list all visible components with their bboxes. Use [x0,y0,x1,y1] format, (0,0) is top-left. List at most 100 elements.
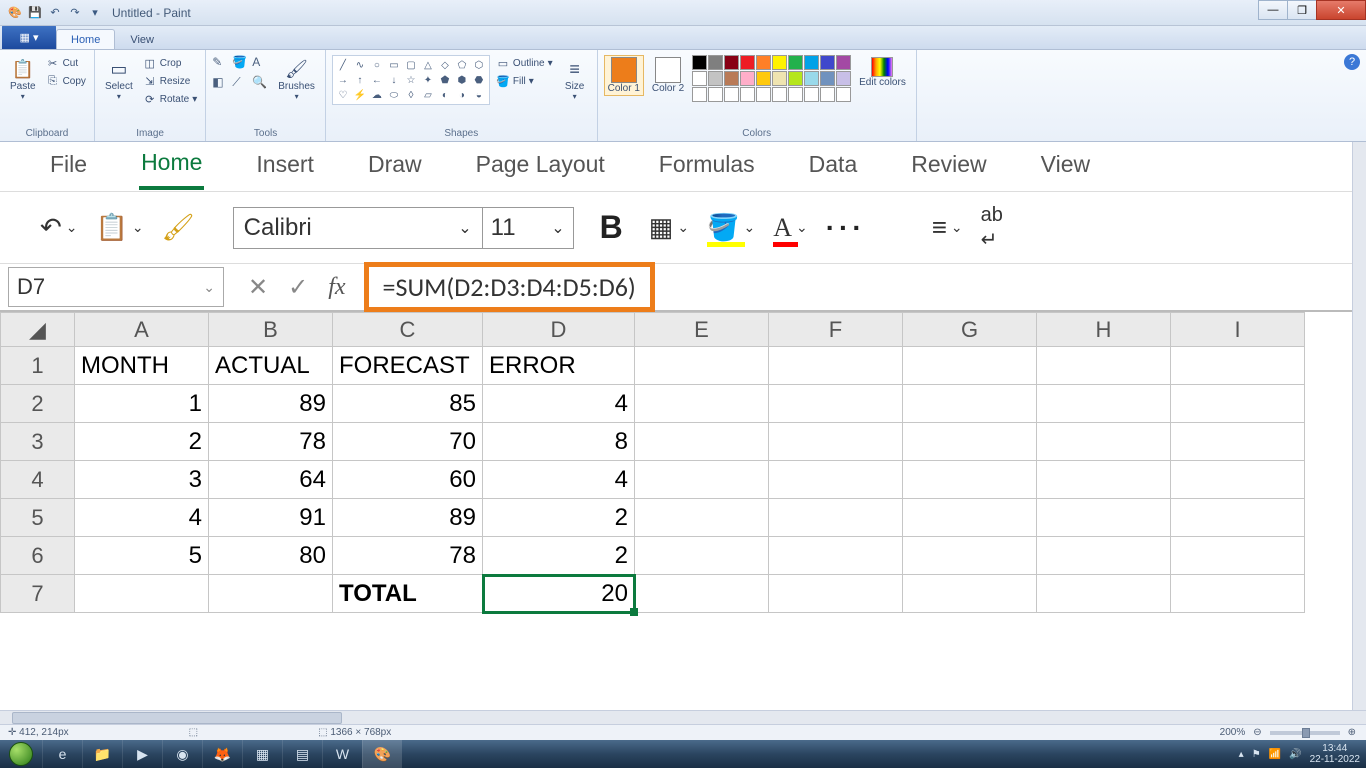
paint-statusbar: ✛ 412, 214px ⬚ ⬚ 1366 × 768px 200% ⊖ ⊕ [0,724,1366,740]
picker-tool-icon[interactable]: ⟋ [232,75,250,93]
zoom-out-button[interactable]: ⊖ [1253,727,1261,738]
bucket-tool-icon[interactable]: 🪣 [232,55,250,73]
borders-button[interactable]: ▦ ⌄ [649,212,689,243]
eraser-tool-icon[interactable]: ◧ [212,75,230,93]
col-header-I[interactable]: I [1171,313,1305,347]
tray-flag-icon[interactable]: ⚑ [1252,749,1261,760]
zoom-slider[interactable] [1270,731,1340,735]
ribbon-group-colors: Color 1 Color 2 Edit colors Colors [598,50,917,141]
outline-button[interactable]: ▭Outline ▾ [494,55,555,71]
col-header-D[interactable]: D [483,313,635,347]
redo-icon[interactable]: ↷ [66,4,84,22]
taskbar-mediaplayer-icon[interactable]: ▶ [122,740,162,768]
taskbar-app2-icon[interactable]: ▤ [282,740,322,768]
zoom-in-button[interactable]: ⊕ [1348,727,1356,738]
paint-ribbon: ? 📋 Paste ▾ ✂Cut ⎘Copy Clipboard ▭ Selec… [0,50,1366,142]
rotate-button[interactable]: ⟳Rotate ▾ [141,91,200,107]
taskbar-ie-icon[interactable]: e [42,740,82,768]
color1-button[interactable]: Color 1 [604,55,644,96]
excel-tab-pagelayout[interactable]: Page Layout [474,145,607,188]
tray-network-icon[interactable]: 📶 [1269,749,1281,760]
vertical-scrollbar[interactable] [1352,142,1366,710]
col-header-H[interactable]: H [1037,313,1171,347]
excel-tab-formulas[interactable]: Formulas [657,145,757,188]
paint-tab-view[interactable]: View [115,29,169,49]
size-button[interactable]: ≡ Size ▾ [559,55,591,103]
cut-button[interactable]: ✂Cut [44,55,88,71]
restore-button[interactable]: ❐ [1287,0,1317,20]
selection-size: ⬚ [189,727,198,738]
shapes-gallery[interactable]: ╱∿○▭▢△◇⬠⬡ →↑←↓☆✦⬟⬢⬣ ♡⚡☁⬭◊▱◐◑◒ [332,55,490,105]
paint-tab-home[interactable]: Home [56,29,115,49]
system-tray: ▴ ⚑ 📶 🔊 13:44 22-11-2022 [1239,743,1360,765]
tray-clock[interactable]: 13:44 22-11-2022 [1310,743,1360,765]
undo-icon[interactable]: ↶ [46,4,64,22]
col-header-E[interactable]: E [635,313,769,347]
excel-tab-draw[interactable]: Draw [366,145,424,188]
spreadsheet-grid[interactable]: ◢ A B C D E F G H I 1 MONTH ACTUAL FOREC… [0,312,1352,613]
save-icon[interactable]: 💾 [26,4,44,22]
clipboard-button[interactable]: 📋 ⌄ [96,212,144,243]
wrap-text-button[interactable]: ab↵ [981,204,1003,252]
font-color-button[interactable]: A ⌄ [773,213,808,243]
enter-formula-icon[interactable]: ✓ [288,273,308,302]
taskbar-firefox-icon[interactable]: 🦊 [202,740,242,768]
fx-icon[interactable]: fx [328,274,345,301]
help-icon[interactable]: ? [1344,54,1360,70]
horizontal-scrollbar[interactable] [0,710,1366,724]
brushes-button[interactable]: 🖌 Brushes ▾ [274,55,319,103]
minimize-button[interactable]: — [1258,0,1288,20]
canvas-size: ⬚ 1366 × 768px [318,727,391,738]
name-box[interactable]: D7⌄ [8,267,224,307]
paste-button[interactable]: 📋 Paste ▾ [6,55,40,103]
taskbar-paint-icon[interactable]: 🎨 [362,740,402,768]
paint-ribbon-tabs: ▦ ▾ Home View [0,26,1366,50]
formula-input[interactable]: =SUM(D2:D3:D4:D5:D6) [364,262,655,312]
col-header-A[interactable]: A [75,313,209,347]
excel-tab-data[interactable]: Data [807,145,860,188]
col-header-G[interactable]: G [903,313,1037,347]
fill-button[interactable]: 🪣Fill ▾ [494,73,555,89]
color-palette[interactable] [692,55,851,102]
copy-button[interactable]: ⎘Copy [44,73,88,89]
selected-cell-D7[interactable]: 20 [483,575,635,613]
excel-tab-view[interactable]: View [1039,145,1092,188]
pencil-tool-icon[interactable]: ✎ [212,55,230,73]
font-size-select[interactable]: 11⌄ [482,207,574,249]
taskbar-app1-icon[interactable]: ▦ [242,740,282,768]
tray-volume-icon[interactable]: 🔊 [1289,749,1301,760]
more-options-button[interactable]: ··· [826,212,866,244]
col-header-C[interactable]: C [333,313,483,347]
select-button[interactable]: ▭ Select ▾ [101,55,137,103]
text-tool-icon[interactable]: A [252,55,270,73]
excel-tab-file[interactable]: File [48,145,89,188]
taskbar-explorer-icon[interactable]: 📁 [82,740,122,768]
qat-dropdown-icon[interactable]: ▾ [86,4,104,22]
start-button[interactable] [0,740,42,768]
align-button[interactable]: ≡ ⌄ [932,212,963,243]
select-all-corner[interactable]: ◢ [1,313,75,347]
undo-button[interactable]: ↶ ⌄ [40,212,78,243]
bold-button[interactable]: B [592,209,631,246]
excel-tab-home[interactable]: Home [139,143,204,190]
resize-button[interactable]: ⇲Resize [141,73,200,89]
format-painter-button[interactable]: 🖌 [162,212,195,243]
crop-button[interactable]: ◫Crop [141,55,200,71]
excel-tab-insert[interactable]: Insert [254,145,316,188]
col-header-F[interactable]: F [769,313,903,347]
close-button[interactable]: ✕ [1316,0,1366,20]
excel-tab-review[interactable]: Review [909,145,988,188]
font-name-select[interactable]: Calibri⌄ [233,207,483,249]
edit-colors-button[interactable]: Edit colors [855,55,910,90]
fill-handle-icon[interactable] [630,608,638,616]
taskbar-word-icon[interactable]: W [322,740,362,768]
paint-canvas[interactable]: File Home Insert Draw Page Layout Formul… [0,142,1352,710]
color2-button[interactable]: Color 2 [648,55,688,96]
taskbar-chrome-icon[interactable]: ◉ [162,740,202,768]
zoom-tool-icon[interactable]: 🔍 [252,75,270,93]
col-header-B[interactable]: B [209,313,333,347]
fill-color-button[interactable]: 🪣 ⌄ [707,212,755,243]
cancel-formula-icon[interactable]: ✕ [248,273,268,302]
paint-file-button[interactable]: ▦ ▾ [2,25,56,49]
tray-chevron-icon[interactable]: ▴ [1239,749,1244,760]
